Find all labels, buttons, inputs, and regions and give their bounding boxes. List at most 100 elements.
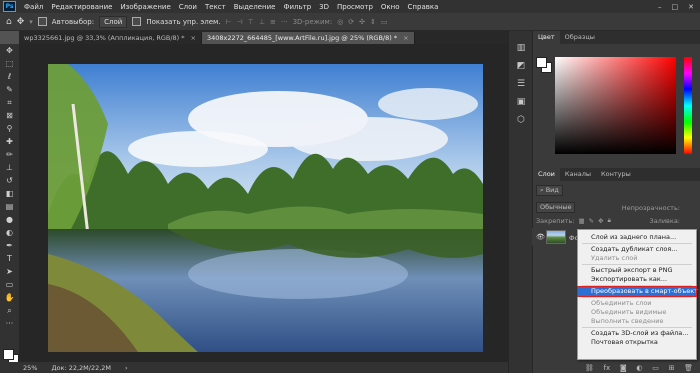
shape-icon[interactable]: ▭	[0, 278, 19, 291]
gradient-icon[interactable]: ▤	[0, 200, 19, 213]
new-layer-icon[interactable]: ⊞	[669, 364, 675, 372]
more-tools-icon[interactable]: ···	[0, 317, 19, 330]
context-menu-item[interactable]: Выполнить сведение	[578, 317, 696, 326]
blur-icon[interactable]: ●	[0, 213, 19, 226]
menu-layers[interactable]: Слои	[175, 3, 201, 11]
align-left-icon[interactable]: ⊢	[226, 18, 232, 26]
color-panel-foreground-swatch[interactable]	[536, 57, 547, 68]
document-image[interactable]	[48, 64, 483, 352]
home-icon[interactable]: ⌂	[6, 17, 12, 27]
3d-panel-icon[interactable]: ⬡	[509, 111, 533, 129]
stamp-icon[interactable]: ⊥	[0, 161, 19, 174]
slide-3d-icon[interactable]: ⇕	[370, 18, 376, 26]
hand-icon[interactable]: ✋	[0, 291, 19, 304]
roll-3d-icon[interactable]: ⟳	[348, 18, 354, 26]
context-menu-item[interactable]: Экспортировать как...	[578, 275, 696, 284]
align-right-icon[interactable]: ⊤	[248, 18, 254, 26]
eraser-icon[interactable]: ◧	[0, 187, 19, 200]
tab-color[interactable]: Цвет	[533, 31, 560, 44]
layer-thumbnail[interactable]	[546, 230, 566, 244]
properties-panel-icon[interactable]: ☰	[509, 75, 533, 93]
dodge-icon[interactable]: ◐	[0, 226, 19, 239]
crop-icon[interactable]: ⌗	[0, 96, 19, 109]
context-menu-item[interactable]: Почтовая открытка	[578, 338, 696, 347]
foreground-color-swatch[interactable]	[3, 349, 14, 360]
menu-bar: Ps Файл Редактирование Изображение Слои …	[0, 0, 700, 13]
menu-edit[interactable]: Редактирование	[47, 3, 116, 11]
adjustment-icon[interactable]: ◐	[636, 364, 642, 372]
minimize-button[interactable]: –	[658, 3, 662, 11]
orbit-3d-icon[interactable]: ◎	[337, 18, 343, 26]
menu-image[interactable]: Изображение	[116, 3, 174, 11]
camera-3d-icon[interactable]: ▭	[381, 18, 388, 26]
frame-icon[interactable]: ⊠	[0, 109, 19, 122]
menu-item-convert-smart-object[interactable]: Преобразовать в смарт-объект	[577, 286, 698, 297]
lock-all-icon[interactable]: 🔒︎	[608, 216, 611, 225]
mask-icon[interactable]: ◙	[620, 364, 627, 372]
more-options-icon[interactable]: ···	[281, 18, 288, 26]
distribute-icon[interactable]: ≡	[270, 18, 276, 26]
lock-transparent-icon[interactable]: ▦	[578, 217, 584, 225]
tab-document-2[interactable]: 3408x2272_664485_[www.ArtFile.ru].jpg @ …	[201, 32, 415, 44]
hue-slider[interactable]	[684, 57, 692, 154]
eyedropper-icon[interactable]: ⚲	[0, 122, 19, 135]
close-tab-icon[interactable]: ×	[191, 34, 196, 42]
show-transform-checkbox[interactable]	[132, 17, 142, 26]
menu-select[interactable]: Выделение	[230, 3, 280, 11]
zoom-level[interactable]: 25%	[23, 364, 37, 372]
context-menu-item[interactable]: Удалить слой	[578, 254, 696, 263]
menu-text[interactable]: Текст	[201, 3, 230, 11]
type-icon[interactable]: T	[0, 252, 19, 265]
menu-filter[interactable]: Фильтр	[279, 3, 315, 11]
context-menu-item[interactable]: Создать 3D-слой из файла...	[578, 329, 696, 338]
zoom-icon[interactable]: ⌕	[0, 304, 19, 317]
document-size[interactable]: Док: 22,2M/22,2M	[51, 364, 111, 372]
path-select-icon[interactable]: ➤	[0, 265, 19, 278]
healing-icon[interactable]: ✚	[0, 135, 19, 148]
color-picker-field[interactable]	[555, 57, 676, 154]
context-menu-item[interactable]: Создать дубликат слоя...	[578, 245, 696, 254]
group-icon[interactable]: ▭	[652, 364, 659, 372]
close-tab-icon[interactable]: ×	[403, 34, 408, 42]
trash-icon[interactable]: 🗑︎	[684, 364, 693, 372]
link-icon[interactable]: ⛓︎	[585, 364, 594, 372]
menu-view[interactable]: Просмотр	[333, 3, 377, 11]
context-menu-item[interactable]: Быстрый экспорт в PNG	[578, 266, 696, 275]
menu-window[interactable]: Окно	[377, 3, 404, 11]
align-center-icon[interactable]: ⊣	[237, 18, 243, 26]
menu-file[interactable]: Файл	[20, 3, 47, 11]
blend-mode-select[interactable]: Обычные	[536, 202, 576, 213]
move-tool-icon[interactable]: ✥	[17, 17, 25, 27]
autoselect-target-select[interactable]: Слой	[99, 15, 128, 28]
context-menu-item[interactable]: Объединить слои	[578, 299, 696, 308]
fx-icon[interactable]: fx	[603, 364, 610, 372]
libraries-panel-icon[interactable]: ▣	[509, 93, 533, 111]
opacity-label: Непрозрачность:	[621, 203, 680, 212]
quick-select-icon[interactable]: ✎	[0, 83, 19, 96]
lasso-icon[interactable]: ℓ	[0, 70, 19, 83]
context-menu-item[interactable]: Слой из заднего плана...	[578, 233, 696, 242]
menu-3d[interactable]: 3D	[315, 3, 333, 11]
move-icon[interactable]: ✥	[0, 44, 19, 57]
menu-help[interactable]: Справка	[404, 3, 443, 11]
align-top-icon[interactable]: ⊥	[259, 18, 265, 26]
pen-icon[interactable]: ✒	[0, 239, 19, 252]
layer-filter-select[interactable]: ⌕ Вид	[536, 185, 563, 196]
tool-preset-chevron-icon[interactable]: ▾	[29, 18, 33, 26]
maximize-button[interactable]: □	[672, 3, 679, 11]
autoselect-checkbox[interactable]	[37, 17, 47, 26]
status-chevron-icon[interactable]: ›	[125, 364, 128, 372]
lock-move-icon[interactable]: ✥	[598, 217, 603, 225]
tab-document-1[interactable]: wp3325661.jpg @ 33,3% (Аппликация, RGB/8…	[19, 32, 202, 44]
eye-icon[interactable]: 👁︎	[536, 233, 545, 241]
pan-3d-icon[interactable]: ✣	[359, 18, 365, 26]
adjustments-panel-icon[interactable]: ◩	[509, 57, 533, 75]
brush-icon[interactable]: ✏	[0, 148, 19, 161]
context-menu-item[interactable]: Объединить видимые	[578, 308, 696, 317]
close-window-button[interactable]: ✕	[688, 3, 694, 11]
history-brush-icon[interactable]: ↺	[0, 174, 19, 187]
history-panel-icon[interactable]: ▥	[509, 39, 533, 57]
tab-swatches[interactable]: Образцы	[560, 31, 600, 44]
lock-brush-icon[interactable]: ✎	[589, 217, 594, 225]
marquee-icon[interactable]: ⬚	[0, 57, 19, 70]
